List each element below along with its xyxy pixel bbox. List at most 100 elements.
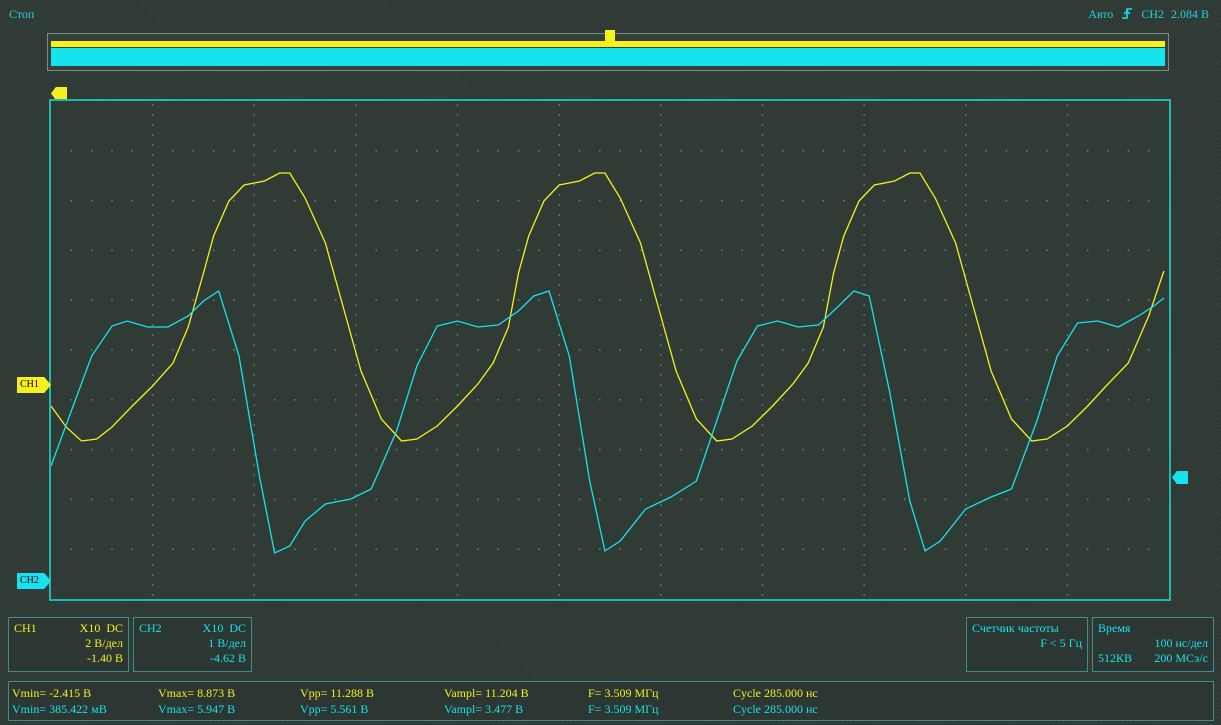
- graticule-dot: [253, 134, 256, 136]
- graticule-dot: [253, 554, 256, 556]
- graticule-dot: [355, 534, 357, 536]
- graticule-dot: [619, 349, 621, 351]
- graticule-dot: [355, 134, 357, 136]
- ch2-offset-marker-icon[interactable]: CH2: [17, 573, 51, 589]
- graticule-dot: [334, 448, 337, 451]
- graticule-dot: [253, 404, 256, 406]
- graticule-dot: [1107, 199, 1109, 202]
- ch1-settings-panel[interactable]: CH1 X10 DC 2 В/дел -1.40 В: [8, 617, 129, 672]
- graticule-dot: [395, 399, 398, 401]
- trigger-info[interactable]: Авто CH2 2.084 В: [1084, 7, 1209, 22]
- graticule-dot: [1066, 164, 1069, 166]
- graticule-dot: [253, 104, 256, 106]
- graticule-dot: [660, 254, 662, 256]
- graticule-dot: [863, 564, 865, 566]
- ch1-offset-marker-icon[interactable]: CH1: [17, 377, 51, 393]
- timebase-panel[interactable]: Время 100 нс/дел 512КВ 200 МСэ/с: [1092, 617, 1214, 672]
- ch2-settings-panel[interactable]: CH2 X10 DC 1 В/дел -4.62 В: [133, 617, 252, 672]
- graticule-dot: [1147, 399, 1150, 401]
- graticule-dot: [192, 150, 195, 152]
- trigger-level[interactable]: 2.084 В: [1171, 7, 1209, 21]
- graticule-dot: [863, 134, 865, 136]
- graticule-dot: [1046, 448, 1048, 451]
- graticule-dot: [1107, 548, 1109, 550]
- graticule-dot: [90, 299, 93, 301]
- graticule-dot: [558, 434, 560, 436]
- graticule-dot: [782, 150, 784, 152]
- graticule-dot: [660, 394, 662, 396]
- graticule-dot: [558, 164, 560, 166]
- graticule-dot: [456, 214, 459, 216]
- graticule-dot: [802, 349, 804, 351]
- graticule-dot: [964, 584, 967, 586]
- measurements-panel[interactable]: Vmin= -2.415 В Vmax= 8.873 В Vpp= 11.288…: [8, 681, 1214, 721]
- trigger-mode[interactable]: Авто: [1088, 7, 1113, 21]
- graticule-dot: [253, 254, 256, 256]
- graticule-dot: [558, 314, 560, 316]
- graticule-dot: [863, 284, 865, 286]
- graticule-dot: [355, 584, 357, 586]
- graticule-dot: [680, 299, 682, 301]
- graticule-dot: [700, 448, 703, 451]
- trigger-level-marker-icon[interactable]: [1172, 471, 1188, 484]
- graticule-dot: [1086, 249, 1089, 252]
- graticule-dot: [456, 504, 459, 506]
- graticule-dot: [416, 448, 418, 451]
- graticule-dot: [761, 464, 764, 466]
- overview-ch2-strip: [51, 48, 1165, 66]
- graticule-dot: [639, 548, 642, 550]
- graticule-dot: [863, 114, 865, 116]
- graticule-dot: [151, 174, 154, 176]
- graticule-dot: [334, 498, 337, 501]
- trigger-position-icon[interactable]: [605, 30, 615, 41]
- graticule-dot: [903, 548, 906, 550]
- graticule-dot: [294, 498, 296, 501]
- graticule-dot: [863, 144, 865, 146]
- graticule-dot: [660, 274, 662, 276]
- graticule-dot: [1025, 548, 1028, 550]
- graticule-dot: [660, 324, 662, 326]
- graticule-dot: [314, 349, 317, 351]
- graticule-dot: [964, 304, 967, 306]
- graticule-dot: [883, 399, 886, 401]
- graticule-dot: [1066, 314, 1069, 316]
- graticule-dot: [253, 544, 256, 546]
- graticule-dot: [456, 144, 459, 146]
- graticule-dot: [660, 484, 662, 486]
- graticule-dot: [761, 454, 764, 456]
- graticule-dot: [660, 284, 662, 286]
- graticule-dot: [151, 564, 154, 566]
- graticule-dot: [802, 448, 804, 451]
- graticule-dot: [416, 399, 418, 401]
- graticule-dot: [70, 299, 73, 301]
- graticule-dot: [517, 150, 520, 152]
- graticule-dot: [558, 224, 560, 226]
- graticule-dot: [233, 249, 235, 252]
- graticule-dot: [721, 299, 723, 301]
- graticule-dot: [517, 448, 520, 451]
- graticule-dot: [944, 498, 947, 501]
- waveform-overview-bar[interactable]: [47, 30, 1169, 71]
- graticule-dot: [1086, 349, 1089, 351]
- graticule-dot: [294, 349, 296, 351]
- graticule-dot: [395, 448, 398, 451]
- graticule-dot: [558, 354, 560, 356]
- graticule-dot: [151, 474, 154, 476]
- ch1-vmax: Vmax= 8.873 В: [158, 686, 236, 700]
- graticule-dot: [355, 444, 357, 446]
- frequency-counter-panel[interactable]: Счетчик частоты F < 5 Гц: [966, 617, 1088, 672]
- graticule-dot: [1066, 494, 1069, 496]
- graticule-dot: [863, 394, 865, 396]
- graticule-dot: [355, 384, 357, 386]
- graticule-dot: [700, 349, 703, 351]
- graticule-dot: [355, 344, 357, 346]
- graticule-dot: [660, 174, 662, 176]
- graticule-dot: [253, 474, 256, 476]
- waveform-display[interactable]: [49, 99, 1171, 601]
- graticule-dot: [517, 199, 520, 202]
- graticule-dot: [355, 284, 357, 286]
- trigger-source[interactable]: CH2: [1141, 7, 1164, 21]
- graticule-dot: [131, 498, 134, 501]
- graticule-dot: [151, 164, 154, 166]
- graticule-dot: [111, 399, 113, 401]
